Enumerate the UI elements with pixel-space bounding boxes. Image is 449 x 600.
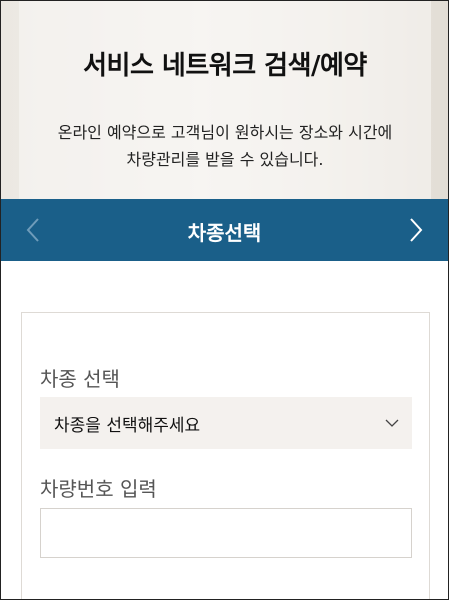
next-step-button[interactable] [400,215,430,245]
model-select[interactable]: 차종을 선택해주세요 [40,397,412,449]
vehicle-number-label: 차량번호 입력 [40,477,157,501]
chevron-right-icon [410,218,423,242]
hero-banner: 서비스 네트워크 검색/예약 온라인 예약으로 고객님이 원하시는 장소와 시간… [1,1,448,199]
step-title: 차종선택 [187,221,262,245]
hero-description-line-2: 차량관리를 받을 수 있습니다. [126,150,324,169]
vehicle-number-input[interactable] [40,508,412,558]
step-nav-bar: 차종선택 [1,199,448,261]
hero-description: 온라인 예약으로 고객님이 원하시는 장소와 시간에 차량관리를 받을 수 있습… [19,119,431,173]
vehicle-form-card: 차종 선택 차종을 선택해주세요 차량번호 입력 [21,312,430,599]
hero-panel: 서비스 네트워크 검색/예약 온라인 예약으로 고객님이 원하시는 장소와 시간… [19,1,431,199]
page-title: 서비스 네트워크 검색/예약 [83,51,367,81]
model-select-value: 차종을 선택해주세요 [54,416,201,436]
hero-description-line-1: 온라인 예약으로 고객님이 원하시는 장소와 시간에 [57,123,393,142]
model-select-label: 차종 선택 [40,367,120,391]
page-frame: 서비스 네트워크 검색/예약 온라인 예약으로 고객님이 원하시는 장소와 시간… [0,0,449,600]
chevron-down-icon [385,419,399,427]
